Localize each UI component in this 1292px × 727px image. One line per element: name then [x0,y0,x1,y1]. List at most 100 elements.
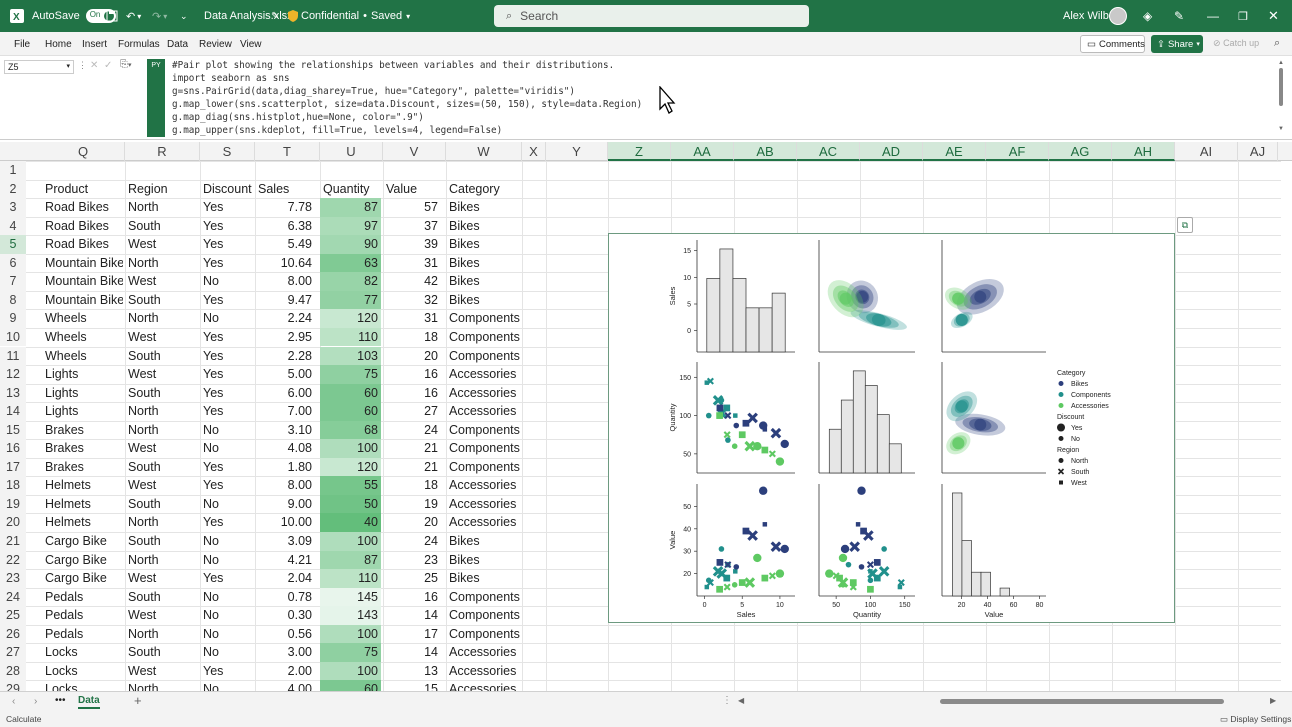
table-cell[interactable]: No [203,439,254,458]
table-cell[interactable]: 3.09 [255,532,315,551]
table-cell[interactable]: Bikes [449,217,543,236]
table-cell[interactable]: Yes [203,384,254,403]
table-cell[interactable]: 4.21 [255,551,315,570]
table-cell[interactable]: Brakes [45,458,123,477]
table-cell[interactable]: Locks [45,680,123,691]
table-cell[interactable]: Components [449,625,543,644]
table-cell[interactable]: West [128,569,199,588]
table-cell[interactable]: 100 [320,439,381,458]
avatar[interactable] [1109,7,1127,25]
table-cell[interactable]: 17 [383,625,441,644]
table-cell[interactable]: 5.00 [255,365,315,384]
row-header-9[interactable]: 9 [0,309,26,328]
table-cell[interactable]: No [203,680,254,691]
table-cell[interactable]: North [128,551,199,570]
column-header-aj[interactable]: AJ [1238,142,1278,161]
python-card-icon[interactable]: ⧉ [1177,217,1193,233]
table-cell[interactable]: Yes [203,328,254,347]
table-cell[interactable]: Accessories [449,513,543,532]
table-cell[interactable]: 68 [320,420,381,440]
column-header-ab[interactable]: AB [734,142,797,161]
table-cell[interactable]: 13 [383,662,441,681]
table-cell[interactable]: Pedals [45,606,123,625]
table-cell[interactable]: Yes [203,347,254,366]
table-cell[interactable]: 24 [383,421,441,440]
table-cell[interactable]: West [128,606,199,625]
table-cell[interactable]: Wheels [45,347,123,366]
table-cell[interactable]: 20 [383,347,441,366]
table-cell[interactable]: Bikes [449,532,543,551]
table-cell[interactable]: 55 [320,476,381,495]
table-cell[interactable]: 18 [383,328,441,347]
table-cell[interactable]: Components [449,421,543,440]
row-header-14[interactable]: 14 [0,402,26,421]
table-cell[interactable]: 60 [320,383,381,403]
column-header-x[interactable]: X [522,142,546,161]
table-cell[interactable]: Accessories [449,384,543,403]
table-cell[interactable]: Yes [203,198,254,217]
table-cell[interactable]: 1.80 [255,458,315,477]
table-cell[interactable]: Brakes [45,421,123,440]
column-header-ad[interactable]: AD [860,142,923,161]
table-cell[interactable]: Components [449,328,543,347]
table-cell[interactable]: 4.08 [255,439,315,458]
table-cell[interactable]: 120 [320,309,381,328]
table-cell[interactable]: 14 [383,643,441,662]
customize-qat-icon[interactable]: ⌄ [180,0,188,32]
row-header-13[interactable]: 13 [0,383,26,403]
table-cell[interactable]: 23 [383,551,441,570]
table-cell[interactable]: Yes [203,569,254,588]
table-header[interactable]: Sales [258,180,317,199]
column-header-t[interactable]: T [255,142,320,161]
next-sheet-icon[interactable]: › [34,696,37,707]
table-cell[interactable]: 8.00 [255,272,315,291]
table-cell[interactable]: 7.78 [255,198,315,217]
row-header-15[interactable]: 15 [0,420,26,440]
table-cell[interactable]: 2.04 [255,569,315,588]
table-cell[interactable]: Pedals [45,625,123,644]
table-cell[interactable]: Accessories [449,365,543,384]
table-cell[interactable]: 37 [383,217,441,236]
table-cell[interactable]: 6.00 [255,384,315,403]
tab-insert[interactable]: Insert [82,39,107,50]
row-header-26[interactable]: 26 [0,624,26,644]
table-cell[interactable]: 77 [320,290,381,310]
table-cell[interactable]: Bikes [449,235,543,254]
table-cell[interactable]: Components [449,588,543,607]
formula-scrollbar[interactable]: ▲ ▼ [1276,60,1286,136]
table-cell[interactable]: South [128,532,199,551]
row-header-18[interactable]: 18 [0,476,26,495]
table-cell[interactable]: 31 [383,309,441,328]
row-header-23[interactable]: 23 [0,569,26,588]
table-header[interactable]: Discount [203,180,254,199]
table-cell[interactable]: 24 [383,532,441,551]
table-cell[interactable]: 42 [383,272,441,291]
table-cell[interactable]: 100 [320,661,381,681]
table-cell[interactable]: 2.95 [255,328,315,347]
row-header-24[interactable]: 24 [0,587,26,607]
add-sheet-icon[interactable]: + [134,693,142,708]
table-cell[interactable]: Accessories [449,662,543,681]
table-cell[interactable]: South [128,458,199,477]
column-header-q[interactable]: Q [42,142,125,161]
table-header[interactable]: Value [386,180,443,199]
table-cell[interactable]: 75 [320,643,381,662]
table-cell[interactable]: Wheels [45,309,123,328]
table-cell[interactable]: 90 [320,235,381,254]
table-cell[interactable]: South [128,384,199,403]
table-header[interactable]: Product [45,180,123,199]
share-button[interactable]: ⇪ Share ▾ [1151,35,1203,53]
table-cell[interactable]: 27 [383,402,441,421]
table-cell[interactable]: No [203,625,254,644]
table-cell[interactable]: Yes [203,513,254,532]
table-cell[interactable]: North [128,513,199,532]
table-cell[interactable]: Accessories [449,680,543,691]
table-cell[interactable]: 5.49 [255,235,315,254]
table-cell[interactable]: Yes [203,402,254,421]
copilot-icon[interactable]: ⌕ [1274,37,1280,50]
scroll-left-icon[interactable]: ◀ [738,696,744,705]
table-cell[interactable]: Road Bikes [45,198,123,217]
column-header-u[interactable]: U [320,142,383,161]
sheet-tab-data[interactable]: Data [78,695,100,709]
table-cell[interactable]: 2.24 [255,309,315,328]
